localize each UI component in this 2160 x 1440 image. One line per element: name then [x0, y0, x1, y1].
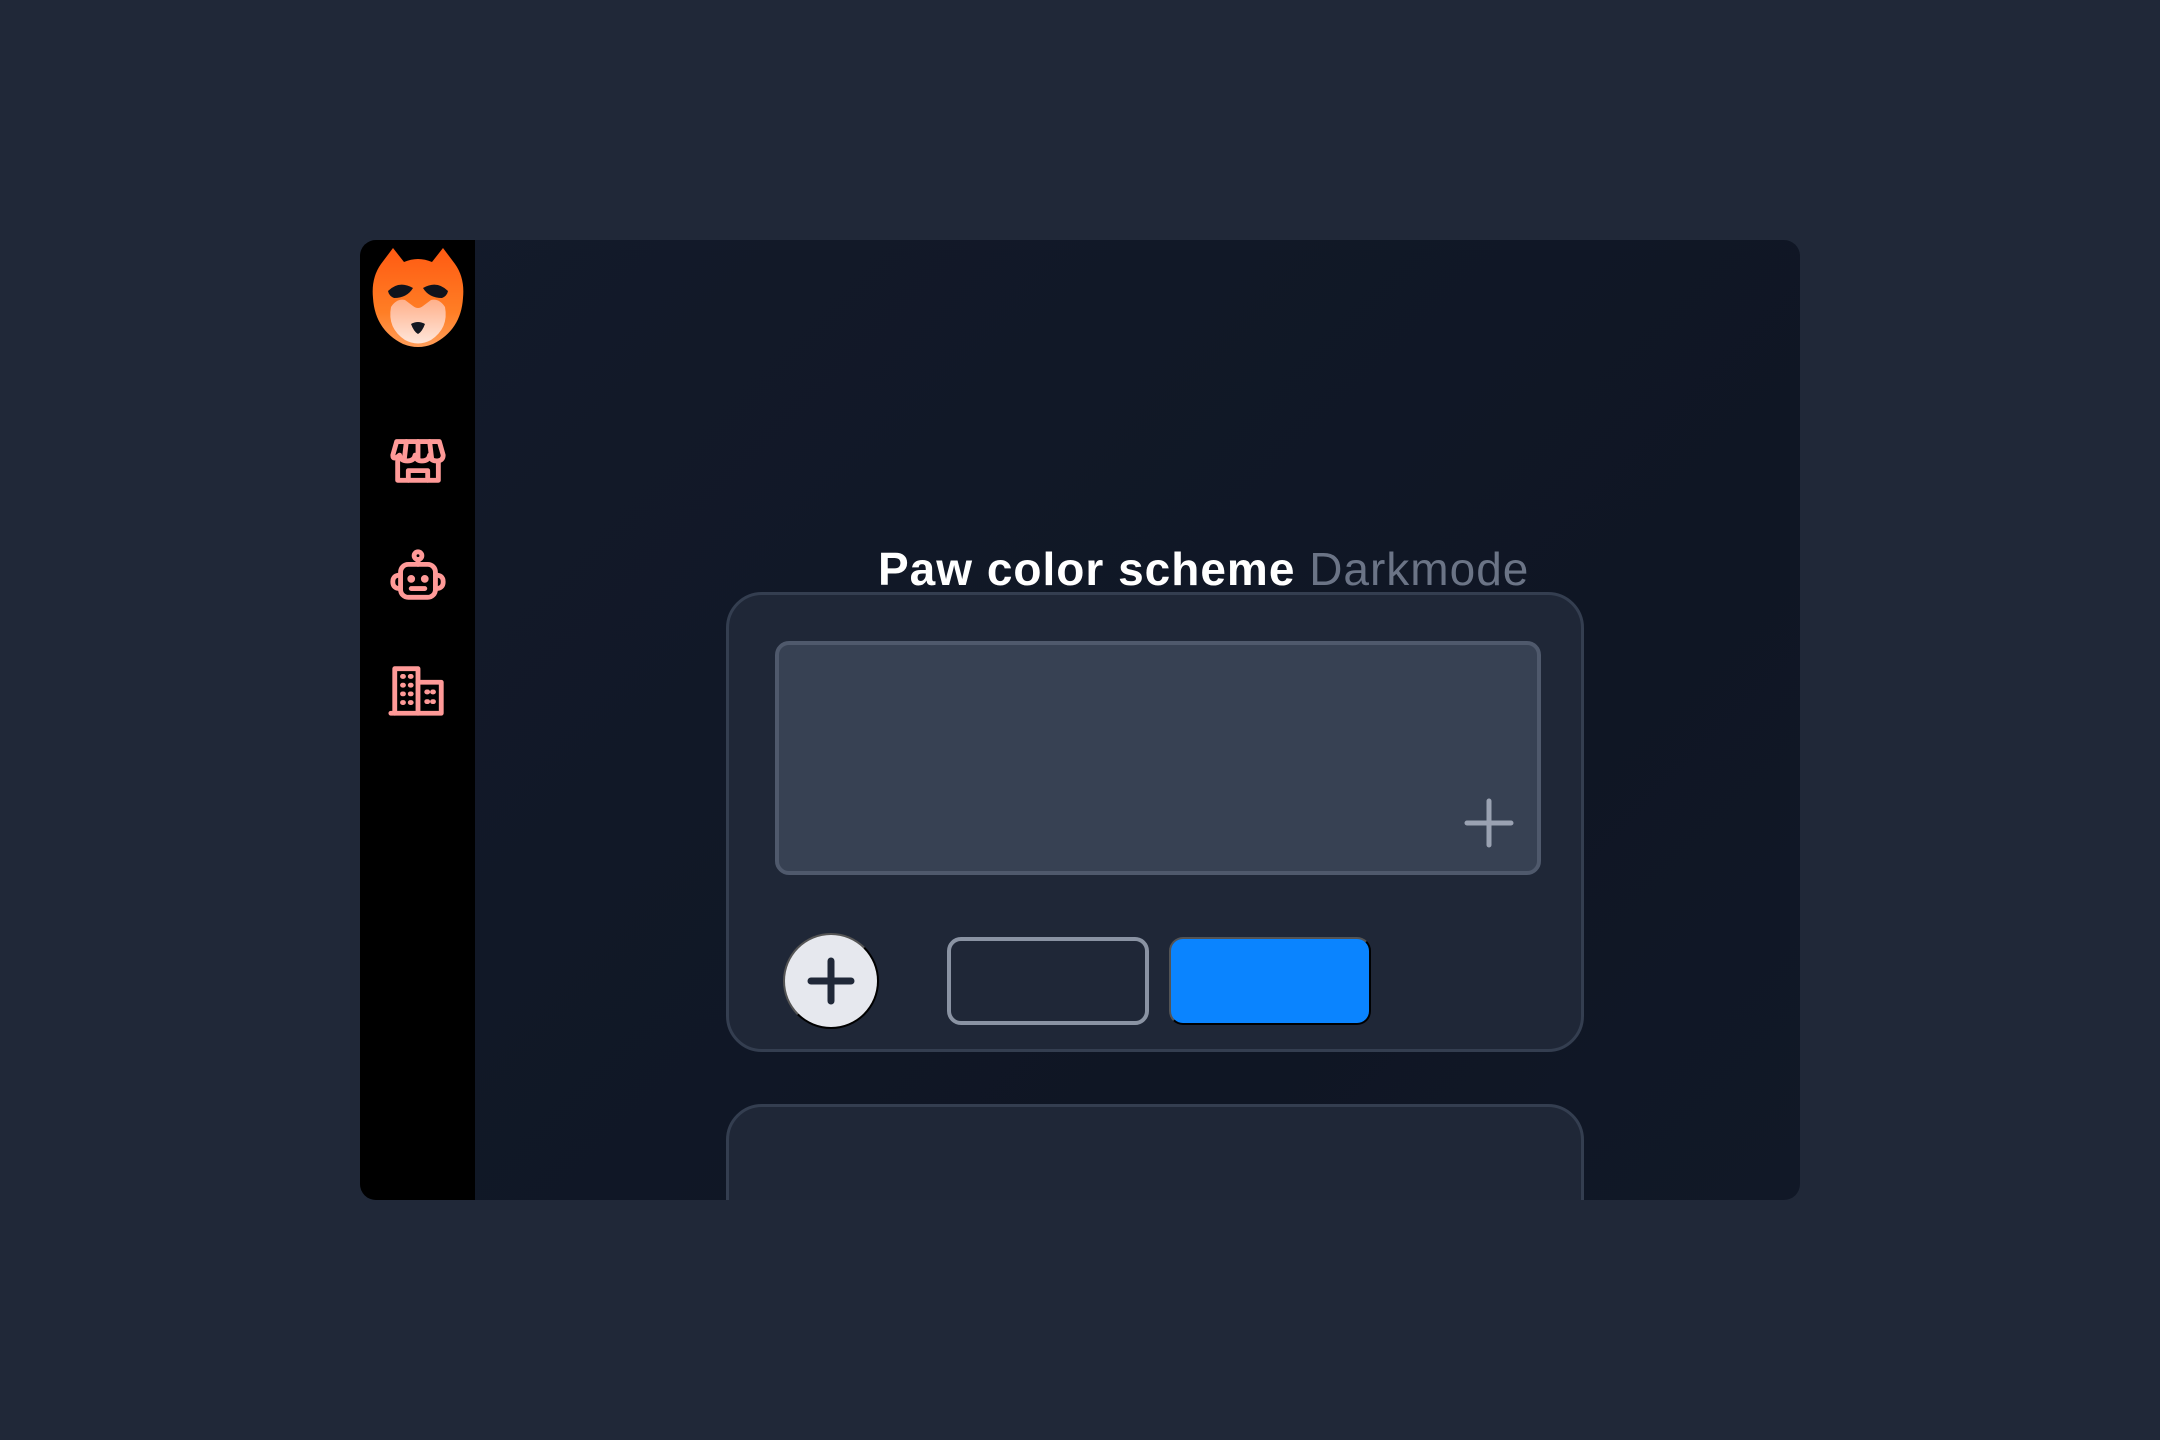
fox-face-icon — [372, 248, 464, 347]
plus-icon — [807, 957, 855, 1005]
fox-logo-icon — [371, 246, 465, 350]
section-title-main: Paw color scheme — [878, 543, 1296, 596]
storefront-icon — [390, 439, 446, 483]
window-bottom-mask — [360, 1200, 1800, 1440]
building-icon — [388, 666, 444, 716]
section-title-mode: Darkmode — [1309, 543, 1530, 596]
sidebar — [360, 240, 475, 1200]
plus-icon[interactable] — [1463, 797, 1515, 849]
color-scheme-card — [726, 592, 1584, 1052]
sidebar-item-company[interactable] — [382, 654, 454, 726]
robot-icon — [390, 549, 446, 600]
sidebar-item-bot[interactable] — [382, 540, 454, 612]
add-color-button[interactable] — [783, 933, 879, 1029]
section-title: Paw color scheme Darkmode — [878, 546, 1529, 592]
primary-action-button[interactable] — [1169, 937, 1371, 1025]
scheme-editor-field[interactable] — [775, 641, 1541, 875]
sidebar-item-store[interactable] — [382, 423, 454, 495]
secondary-action-button[interactable] — [947, 937, 1149, 1025]
